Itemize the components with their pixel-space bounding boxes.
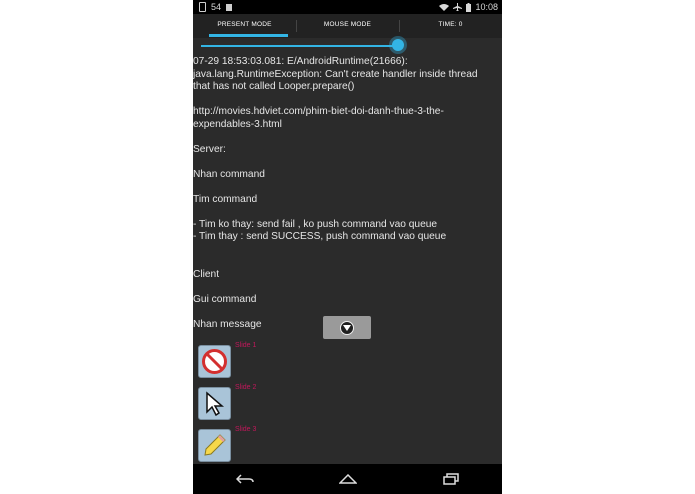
slide-3-button[interactable] <box>198 429 231 462</box>
tab-time[interactable]: TIME: 0 <box>399 14 502 38</box>
log-line: 07-29 18:53:03.081: E/AndroidRuntime(216… <box>193 56 481 92</box>
airplane-icon <box>453 2 463 11</box>
home-icon <box>338 474 357 484</box>
mode-tabs: PRESENT MODE MOUSE MODE TIME: 0 <box>193 14 502 38</box>
clock: 10:08 <box>475 2 498 12</box>
recents-button[interactable] <box>436 469 466 489</box>
log-line: Gui command <box>193 293 257 305</box>
phone-screen: 54 10:08 PRESENT MODE MOUSE MODE TIME: 0… <box>193 0 502 494</box>
slide-1-button[interactable] <box>198 345 231 378</box>
log-line: Client <box>193 268 220 280</box>
slider[interactable] <box>201 39 404 51</box>
home-button[interactable] <box>333 469 363 489</box>
log-line: Tim command <box>193 193 258 205</box>
cursor-icon <box>206 391 225 416</box>
log-line: Nhan command <box>193 168 265 180</box>
battery-icon <box>466 2 472 12</box>
chevron-down-icon <box>340 320 354 335</box>
tab-present-mode[interactable]: PRESENT MODE <box>193 14 296 38</box>
back-button[interactable] <box>230 469 260 489</box>
status-bar: 54 10:08 <box>193 0 502 14</box>
notification-count: 54 <box>211 2 222 12</box>
wifi-icon <box>439 4 450 11</box>
log-line: http://movies.hdviet.com/phim-biet-doi-d… <box>193 106 444 130</box>
recents-icon <box>442 473 459 485</box>
no-sign-icon <box>202 349 227 374</box>
slider-thumb[interactable] <box>392 39 404 51</box>
log-line: Server: <box>193 143 226 155</box>
phone-icon <box>199 2 206 12</box>
slide-2-button[interactable] <box>198 387 231 420</box>
tab-mouse-mode[interactable]: MOUSE MODE <box>296 14 399 38</box>
expand-button[interactable] <box>323 316 371 339</box>
navigation-bar <box>193 464 502 494</box>
slide-2-label: Slide 2 <box>235 384 257 391</box>
notification-icon <box>226 3 233 11</box>
back-icon <box>235 474 254 484</box>
slide-3-label: Slide 3 <box>235 426 257 433</box>
log-line: - Tim ko thay: send fail , ko push comma… <box>193 218 438 230</box>
log-line: - Tim thay : send SUCCESS, push command … <box>193 231 447 242</box>
pencil-icon <box>204 434 226 456</box>
slide-1-label: Slide 1 <box>235 342 257 349</box>
slider-track <box>201 45 399 47</box>
log-text: 07-29 18:53:03.081: E/AndroidRuntime(216… <box>193 56 493 331</box>
